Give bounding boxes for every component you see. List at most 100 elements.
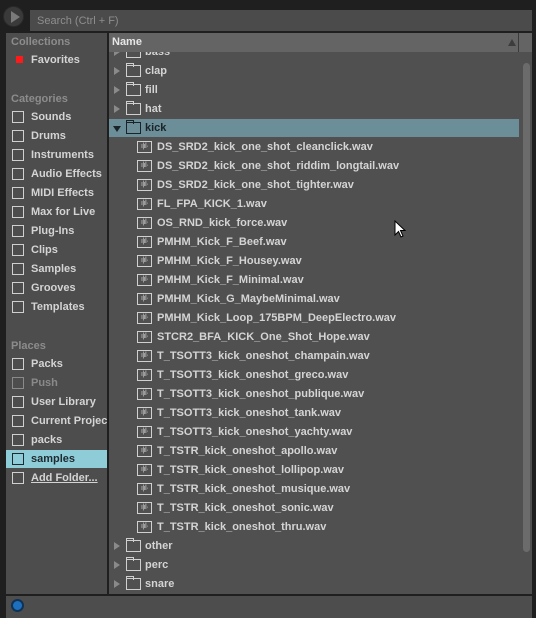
folder-name: kick [145, 122, 167, 134]
file-row[interactable]: ı|ıl· FL_FPA_KICK_1.wav [109, 195, 519, 213]
file-row[interactable]: ı|ıl· PMHM_Kick_F_Housey.wav [109, 252, 519, 270]
sidebar-place-packs[interactable]: Packs [6, 355, 107, 373]
file-name: PMHM_Kick_F_Minimal.wav [157, 274, 304, 286]
sidebar-item-plug-ins[interactable]: Plug-Ins [6, 222, 107, 240]
sidebar-item-midi-effects[interactable]: MIDI Effects [6, 184, 107, 202]
help-info-icon[interactable] [11, 599, 24, 612]
folder-icon [12, 453, 24, 465]
sidebar-place-current-projec[interactable]: Current Projec [6, 412, 107, 430]
file-row[interactable]: ı|ıl· T_TSTR_kick_oneshot_apollo.wav [109, 442, 519, 460]
file-name: T_TSTR_kick_oneshot_sonic.wav [157, 502, 334, 514]
collapsed-triangle-icon[interactable] [114, 86, 120, 94]
file-row[interactable]: ı|ıl· T_TSTR_kick_oneshot_musique.wav [109, 480, 519, 498]
folder-icon [126, 101, 141, 115]
sidebar-item-label: packs [31, 434, 63, 446]
folder-row[interactable]: hat [109, 100, 519, 118]
file-row[interactable]: ı|ıl· OS_RND_kick_force.wav [109, 214, 519, 232]
vertical-scrollbar[interactable] [523, 63, 530, 552]
collapsed-triangle-icon[interactable] [114, 67, 120, 75]
expanded-triangle-icon[interactable] [113, 126, 121, 132]
sidebar-item-samples[interactable]: Samples [6, 260, 107, 278]
file-name: T_TSOTT3_kick_oneshot_publique.wav [157, 388, 365, 400]
sidebar-item-grooves[interactable]: Grooves [6, 279, 107, 297]
audio-file-icon: ı|ıl· [137, 141, 152, 153]
sidebar-item-label: MIDI Effects [31, 187, 94, 199]
audio-file-icon: ı|ıl· [137, 388, 152, 400]
file-row[interactable]: ı|ıl· T_TSOTT3_kick_oneshot_greco.wav [109, 366, 519, 384]
file-name: STCR2_BFA_KICK_One_Shot_Hope.wav [157, 331, 370, 343]
sidebar-item-drums[interactable]: Drums [6, 127, 107, 145]
sidebar-item-label: Clips [31, 244, 58, 256]
sidebar-item-favorites[interactable]: Favorites [6, 51, 107, 69]
name-column-header[interactable]: Name [109, 33, 532, 52]
sidebar-item-label: Audio Effects [31, 168, 102, 180]
collapsed-triangle-icon[interactable] [114, 542, 120, 550]
folder-row[interactable]: snare [109, 575, 519, 593]
file-row[interactable]: ı|ıl· STCR2_BFA_KICK_One_Shot_Hope.wav [109, 328, 519, 346]
sidebar-place-packs[interactable]: packs [6, 431, 107, 449]
sidebar-place-push[interactable]: Push [6, 374, 107, 392]
file-row[interactable]: ı|ıl· DS_SRD2_kick_one_shot_riddim_longta… [109, 157, 519, 175]
sidebar-item-label: Grooves [31, 282, 76, 294]
file-row[interactable]: ı|ıl· T_TSOTT3_kick_oneshot_tank.wav [109, 404, 519, 422]
audio-file-icon: ı|ıl· [137, 217, 152, 229]
mouse-cursor-icon [394, 220, 406, 238]
collapsed-triangle-icon[interactable] [114, 561, 120, 569]
sort-ascending-icon [508, 39, 516, 46]
folder-icon [126, 120, 141, 134]
sidebar-item-instruments[interactable]: Instruments [6, 146, 107, 164]
search-input[interactable] [30, 10, 532, 31]
file-name: T_TSOTT3_kick_oneshot_tank.wav [157, 407, 342, 419]
folder-row[interactable]: fill [109, 81, 519, 99]
folder-row[interactable]: other [109, 537, 519, 555]
sidebar-place-samples[interactable]: samples [6, 450, 107, 468]
audio-effects-icon [12, 168, 24, 180]
sidebar-item-sounds[interactable]: Sounds [6, 108, 107, 126]
user-icon [12, 396, 24, 408]
sidebar-place-add-folder-[interactable]: Add Folder... [6, 469, 107, 487]
sidebar-item-templates[interactable]: Templates [6, 298, 107, 316]
file-row[interactable]: ı|ıl· T_TSOTT3_kick_oneshot_yachty.wav [109, 423, 519, 441]
file-name: PMHM_Kick_F_Beef.wav [157, 236, 287, 248]
file-row[interactable]: ı|ıl· PMHM_Kick_F_Beef.wav [109, 233, 519, 251]
file-name: T_TSOTT3_kick_oneshot_greco.wav [157, 369, 349, 381]
audio-file-icon: ı|ıl· [137, 198, 152, 210]
file-name: DS_SRD2_kick_one_shot_cleanclick.wav [157, 141, 373, 153]
audio-file-icon: ı|ıl· [137, 502, 152, 514]
folder-name: snare [145, 578, 175, 590]
sidebar-place-user-library[interactable]: User Library [6, 393, 107, 411]
file-row[interactable]: ı|ıl· T_TSTR_kick_oneshot_thru.wav [109, 518, 519, 536]
sidebar-item-label: Instruments [31, 149, 94, 161]
file-row[interactable]: ı|ıl· DS_SRD2_kick_one_shot_tighter.wav [109, 176, 519, 194]
favorite-color-tag-icon [16, 56, 23, 63]
file-row[interactable]: ı|ıl· PMHM_Kick_Loop_175BPM_DeepElectro.w… [109, 309, 519, 327]
file-row[interactable]: ı|ıl· DS_SRD2_kick_one_shot_cleanclick.wa… [109, 138, 519, 156]
sidebar-item-max-for-live[interactable]: Max for Live [6, 203, 107, 221]
folder-row[interactable]: kick [109, 119, 519, 137]
file-name: PMHM_Kick_G_MaybeMinimal.wav [157, 293, 340, 305]
max-for-live-icon [12, 206, 24, 218]
folder-icon [126, 557, 141, 571]
file-row[interactable]: ı|ıl· PMHM_Kick_G_MaybeMinimal.wav [109, 290, 519, 308]
clip-play-icon [12, 244, 24, 256]
sidebar-item-audio-effects[interactable]: Audio Effects [6, 165, 107, 183]
sidebar-item-label: Push [31, 377, 58, 389]
folder-row[interactable]: clap [109, 62, 519, 80]
audio-file-icon: ı|ıl· [137, 445, 152, 457]
file-row[interactable]: ı|ıl· T_TSTR_kick_oneshot_sonic.wav [109, 499, 519, 517]
file-name: T_TSTR_kick_oneshot_thru.wav [157, 521, 327, 533]
preview-play-button[interactable] [3, 6, 24, 27]
audio-file-icon: ı|ıl· [137, 274, 152, 286]
sidebar-item-clips[interactable]: Clips [6, 241, 107, 259]
file-name: OS_RND_kick_force.wav [157, 217, 288, 229]
file-row[interactable]: ı|ıl· T_TSTR_kick_oneshot_lollipop.wav [109, 461, 519, 479]
file-name: T_TSOTT3_kick_oneshot_yachty.wav [157, 426, 353, 438]
folder-row[interactable]: perc [109, 556, 519, 574]
collapsed-triangle-icon[interactable] [114, 580, 120, 588]
file-row[interactable]: ı|ıl· T_TSOTT3_kick_oneshot_champain.wav [109, 347, 519, 365]
file-row[interactable]: ı|ıl· PMHM_Kick_F_Minimal.wav [109, 271, 519, 289]
categories-heading: Categories [11, 93, 68, 105]
file-name: T_TSTR_kick_oneshot_lollipop.wav [157, 464, 345, 476]
collapsed-triangle-icon[interactable] [114, 105, 120, 113]
file-row[interactable]: ı|ıl· T_TSOTT3_kick_oneshot_publique.wav [109, 385, 519, 403]
